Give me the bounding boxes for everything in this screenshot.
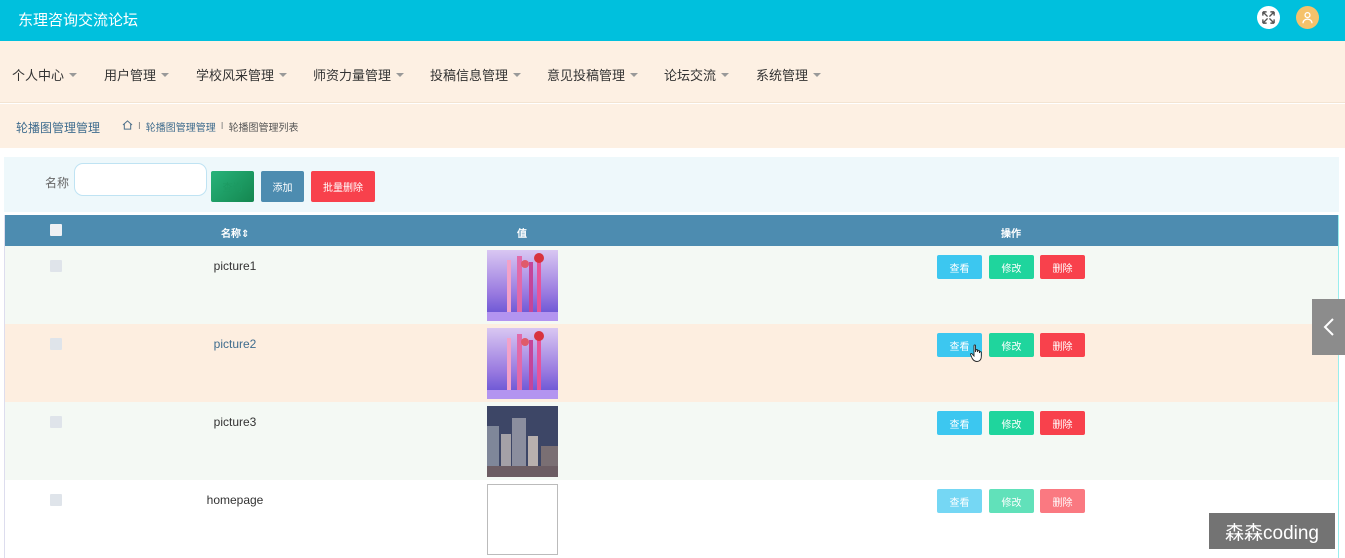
nav-label: 系统管理 bbox=[756, 68, 809, 83]
app-title: 东理咨询交流论坛 bbox=[18, 13, 139, 29]
search-bar: 名称 查询 添加 批量删除 bbox=[4, 157, 1339, 212]
table-row: homepage 查看 修改 删除 bbox=[5, 480, 1338, 558]
nav-item-submission-info[interactable]: 投稿信息管理 bbox=[430, 65, 522, 84]
chevron-down-icon bbox=[69, 72, 78, 77]
add-button[interactable]: 添加 bbox=[261, 171, 304, 202]
nav-item-personal-center[interactable]: 个人中心 bbox=[12, 65, 78, 84]
column-header-label: 名称 bbox=[221, 229, 241, 240]
column-header-name[interactable]: 名称⇕ bbox=[221, 225, 249, 240]
cell-name: picture2 bbox=[213, 337, 257, 351]
row-image bbox=[487, 250, 558, 321]
view-button[interactable]: 查看 bbox=[937, 489, 982, 513]
nav-label: 个人中心 bbox=[12, 68, 65, 83]
batch-delete-button[interactable]: 批量删除 bbox=[311, 171, 375, 202]
nav-label: 意见投稿管理 bbox=[547, 68, 626, 83]
chevron-down-icon bbox=[813, 72, 822, 77]
edit-button[interactable]: 修改 bbox=[989, 489, 1034, 513]
cell-name: picture3 bbox=[213, 415, 257, 429]
breadcrumb-separator: I bbox=[138, 121, 141, 132]
row-checkbox[interactable] bbox=[50, 260, 62, 272]
nav-label: 论坛交流 bbox=[664, 68, 717, 83]
row-image bbox=[487, 328, 558, 399]
nav-item-forum[interactable]: 论坛交流 bbox=[664, 65, 730, 84]
fullscreen-icon[interactable] bbox=[1257, 6, 1280, 29]
top-bar: 东理咨询交流论坛 bbox=[0, 0, 1345, 41]
edit-button[interactable]: 修改 bbox=[989, 411, 1034, 435]
breadcrumb-separator: I bbox=[220, 121, 224, 132]
watermark: 森森coding bbox=[1209, 513, 1335, 549]
nav-item-faculty[interactable]: 师资力量管理 bbox=[313, 65, 405, 84]
nav-item-feedback[interactable]: 意见投稿管理 bbox=[547, 65, 639, 84]
row-checkbox[interactable] bbox=[50, 338, 62, 350]
breadcrumb-item-current: 轮播图管理列表 bbox=[228, 123, 299, 134]
page-title: 轮播图管理管理 bbox=[16, 121, 101, 135]
delete-button[interactable]: 删除 bbox=[1040, 489, 1085, 513]
chevron-down-icon bbox=[630, 72, 639, 77]
cell-name: picture1 bbox=[213, 259, 257, 273]
chevron-down-icon bbox=[279, 72, 288, 77]
chevron-down-icon bbox=[396, 72, 405, 77]
row-checkbox[interactable] bbox=[50, 416, 62, 428]
delete-button[interactable]: 删除 bbox=[1040, 411, 1085, 435]
row-image bbox=[487, 406, 558, 477]
nav-item-school-style[interactable]: 学校风采管理 bbox=[196, 65, 288, 84]
nav-label: 用户管理 bbox=[104, 68, 157, 83]
column-header-value: 值 bbox=[517, 229, 527, 240]
edit-button[interactable]: 修改 bbox=[989, 333, 1034, 357]
search-input[interactable] bbox=[74, 163, 207, 196]
broken-image-icon bbox=[487, 484, 558, 555]
breadcrumb: I 轮播图管理管理 I 轮播图管理列表 bbox=[122, 119, 299, 134]
search-button[interactable]: 查询 bbox=[211, 171, 254, 202]
chevron-down-icon bbox=[513, 72, 522, 77]
select-all-checkbox[interactable] bbox=[50, 224, 62, 236]
breadcrumb-item[interactable]: 轮播图管理管理 bbox=[146, 119, 216, 134]
main-nav: 个人中心 用户管理 学校风采管理 师资力量管理 投稿信息管理 意见投稿管理 论坛… bbox=[0, 41, 1345, 103]
delete-button[interactable]: 删除 bbox=[1040, 333, 1085, 357]
column-header-actions: 操作 bbox=[1001, 229, 1021, 240]
delete-button[interactable]: 删除 bbox=[1040, 255, 1085, 279]
view-button[interactable]: 查看 bbox=[937, 411, 982, 435]
nav-item-system[interactable]: 系统管理 bbox=[756, 65, 822, 84]
row-checkbox[interactable] bbox=[50, 494, 62, 506]
home-icon[interactable] bbox=[122, 120, 133, 133]
search-label: 名称 bbox=[45, 176, 70, 190]
sort-icon[interactable]: ⇕ bbox=[241, 229, 249, 240]
data-table: 名称⇕ 值 操作 picture1 查看 修改 删除 picture2 查看 修… bbox=[4, 215, 1339, 558]
chevron-down-icon bbox=[721, 72, 730, 77]
nav-label: 学校风采管理 bbox=[196, 68, 275, 83]
breadcrumb-bar: 轮播图管理管理 I 轮播图管理管理 I 轮播图管理列表 bbox=[0, 104, 1345, 148]
nav-label: 投稿信息管理 bbox=[430, 68, 509, 83]
table-row: picture2 查看 修改 删除 bbox=[5, 324, 1338, 402]
table-row: picture3 查看 修改 删除 bbox=[5, 402, 1338, 480]
side-panel-toggle[interactable] bbox=[1312, 299, 1345, 355]
cell-name: homepage bbox=[206, 493, 264, 507]
chevron-left-icon bbox=[1323, 318, 1334, 336]
nav-item-user-management[interactable]: 用户管理 bbox=[104, 65, 170, 84]
edit-button[interactable]: 修改 bbox=[989, 255, 1034, 279]
nav-label: 师资力量管理 bbox=[313, 68, 392, 83]
table-row: picture1 查看 修改 删除 bbox=[5, 246, 1338, 324]
table-header: 名称⇕ 值 操作 bbox=[5, 215, 1338, 246]
chevron-down-icon bbox=[161, 72, 170, 77]
user-avatar-icon[interactable] bbox=[1296, 6, 1319, 29]
hand-cursor-icon bbox=[970, 344, 982, 362]
view-button[interactable]: 查看 bbox=[937, 255, 982, 279]
